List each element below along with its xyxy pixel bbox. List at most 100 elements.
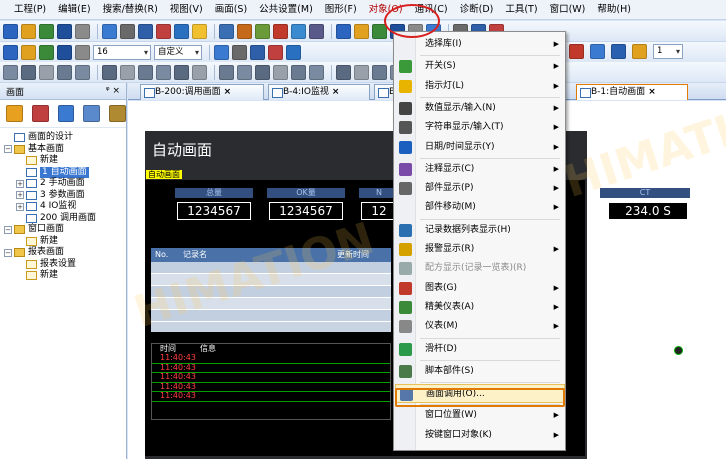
menu-9[interactable]: 诊断(D)	[454, 0, 500, 20]
font-size-combo[interactable]: 16	[93, 44, 151, 60]
right-combo[interactable]: 1	[653, 44, 683, 59]
menu-item-0[interactable]: 选择库(I) ▶	[395, 35, 565, 54]
tree-item[interactable]: +2 手动画面	[4, 178, 126, 190]
toolbar-tool-icon[interactable]	[57, 44, 72, 60]
tree-item[interactable]: +3 参数画面	[4, 190, 126, 202]
toolbar-tool-icon[interactable]	[286, 44, 301, 60]
tab-0[interactable]: B-200:调用画面 ×	[140, 84, 264, 100]
menu-item-22[interactable]: 脚本部件(S)	[395, 362, 565, 381]
toolbar-tool-icon[interactable]	[138, 23, 153, 39]
tab-close-icon[interactable]: ×	[332, 87, 340, 97]
tab-close-icon[interactable]: ×	[224, 87, 232, 97]
value-display[interactable]: 1234567	[269, 202, 343, 220]
toolbar-tool-icon[interactable]	[174, 64, 189, 80]
toolbar-tool-icon[interactable]	[590, 44, 605, 59]
toolbar-tool-icon[interactable]	[291, 23, 306, 39]
menu-1[interactable]: 编辑(E)	[52, 0, 96, 20]
menu-item-16[interactable]: 图表(G) ▶	[395, 279, 565, 298]
tab-close-icon[interactable]: ×	[648, 87, 656, 97]
tree-item[interactable]: − 基本画面	[4, 144, 126, 156]
toolbar-tool-icon[interactable]	[273, 64, 288, 80]
menu-item-3[interactable]: 指示灯(L) ▶	[395, 77, 565, 96]
menu-item-26[interactable]: 窗口位置(W) ▶	[395, 406, 565, 425]
toolbar-tool-icon[interactable]	[75, 23, 90, 39]
menu-item-18[interactable]: 仪表(M) ▶	[395, 317, 565, 336]
toolbar-tool-icon[interactable]	[309, 23, 324, 39]
table-row[interactable]	[151, 262, 391, 274]
toolbar-tool-icon[interactable]	[354, 23, 369, 39]
panel-window-icon[interactable]	[31, 105, 49, 122]
menu-10[interactable]: 工具(T)	[499, 0, 543, 20]
menu-2[interactable]: 搜索/替换(R)	[97, 0, 164, 20]
value-display[interactable]: 234.0 S	[608, 202, 688, 220]
menu-item-7[interactable]: 日期/时间显示(Y) ▶	[395, 138, 565, 157]
tree-expand-icon[interactable]: +	[16, 191, 24, 200]
tree-item[interactable]: 1 自动画面	[4, 166, 126, 178]
menu-item-17[interactable]: 精美仪表(A) ▶	[395, 298, 565, 317]
tree-item[interactable]: 200 调用画面	[4, 213, 126, 225]
tab-3[interactable]: B-1:自动画面 ×	[576, 84, 688, 100]
tree-expand-icon[interactable]: +	[16, 179, 24, 188]
toolbar-tool-icon[interactable]	[156, 64, 171, 80]
toolbar-tool-icon[interactable]	[268, 44, 283, 60]
menu-item-9[interactable]: 注释显示(C) ▶	[395, 160, 565, 179]
toolbar-tool-icon[interactable]	[21, 64, 36, 80]
toolbar-tool-icon[interactable]	[219, 64, 234, 80]
toolbar-tool-icon[interactable]	[120, 64, 135, 80]
menu-item-5[interactable]: 数值显示/输入(N) ▶	[395, 99, 565, 118]
tree-item[interactable]: 新建	[4, 155, 126, 167]
toolbar-tool-icon[interactable]	[255, 23, 270, 39]
tree-item[interactable]: − 报表画面	[4, 247, 126, 259]
panel-pin-close-icon[interactable]: ᵠ ×	[106, 86, 120, 96]
toolbar-tool-icon[interactable]	[3, 44, 18, 60]
panel-new-icon[interactable]	[6, 105, 23, 122]
tab-1[interactable]: B-4:IO监视 ×	[268, 84, 370, 100]
menu-5[interactable]: 公共设置(M)	[253, 0, 319, 20]
toolbar-tool-icon[interactable]	[273, 23, 288, 39]
table-row[interactable]	[151, 274, 391, 286]
menu-12[interactable]: 帮助(H)	[591, 0, 637, 20]
toolbar-tool-icon[interactable]	[39, 44, 54, 60]
toolbar-tool-icon[interactable]	[156, 23, 171, 39]
toolbar-tool-icon[interactable]	[255, 64, 270, 80]
menu-item-13[interactable]: 记录数据列表显示(H)	[395, 221, 565, 240]
toolbar-tool-icon[interactable]	[336, 64, 351, 80]
toolbar-tool-icon[interactable]	[39, 23, 54, 39]
toolbar-tool-icon[interactable]	[75, 64, 90, 80]
toolbar-tool-icon[interactable]	[21, 23, 36, 39]
menu-item-2[interactable]: 开关(S) ▶	[395, 57, 565, 76]
toolbar-tool-icon[interactable]	[57, 64, 72, 80]
toolbar-tool-icon[interactable]	[237, 23, 252, 39]
toolbar-tool-icon[interactable]	[232, 44, 247, 60]
tree-expand-icon[interactable]: −	[4, 225, 12, 234]
toolbar-tool-icon[interactable]	[102, 23, 117, 39]
panel-screen-icon[interactable]	[57, 105, 75, 122]
toolbar-tool-icon[interactable]	[3, 23, 18, 39]
toolbar-tool-icon[interactable]	[192, 64, 207, 80]
toolbar-tool-icon[interactable]	[611, 44, 626, 59]
toolbar-tool-icon[interactable]	[39, 64, 54, 80]
toolbar-tool-icon[interactable]	[219, 23, 234, 39]
menu-4[interactable]: 画面(S)	[209, 0, 253, 20]
toolbar-tool-icon[interactable]	[174, 23, 189, 39]
toolbar-tool-icon[interactable]	[214, 44, 229, 60]
menu-item-15[interactable]: 配方显示(记录一览表)(R)	[395, 259, 565, 278]
tree-item[interactable]: − 窗口画面	[4, 224, 126, 236]
toolbar-tool-icon[interactable]	[3, 64, 18, 80]
table-row[interactable]	[151, 286, 391, 298]
tree-item[interactable]: 画面的设计	[4, 132, 126, 144]
table-row[interactable]	[151, 310, 391, 322]
toolbar-tool-icon[interactable]	[309, 64, 324, 80]
toolbar-tool-icon[interactable]	[138, 64, 153, 80]
menu-item-10[interactable]: 部件显示(P) ▶	[395, 179, 565, 198]
menu-item-6[interactable]: 字符串显示/输入(T) ▶	[395, 118, 565, 137]
menu-3[interactable]: 视图(V)	[164, 0, 209, 20]
toolbar-tool-icon[interactable]	[237, 64, 252, 80]
toolbar-tool-icon[interactable]	[372, 64, 387, 80]
menu-item-27[interactable]: 按键窗口对象(K) ▶	[395, 426, 565, 445]
toolbar-tool-icon[interactable]	[192, 23, 207, 39]
toolbar-tool-icon[interactable]	[569, 44, 584, 59]
font-combo[interactable]: 自定义	[154, 44, 202, 60]
tree-item[interactable]: +4 IO监视	[4, 201, 126, 213]
toolbar-tool-icon[interactable]	[354, 64, 369, 80]
